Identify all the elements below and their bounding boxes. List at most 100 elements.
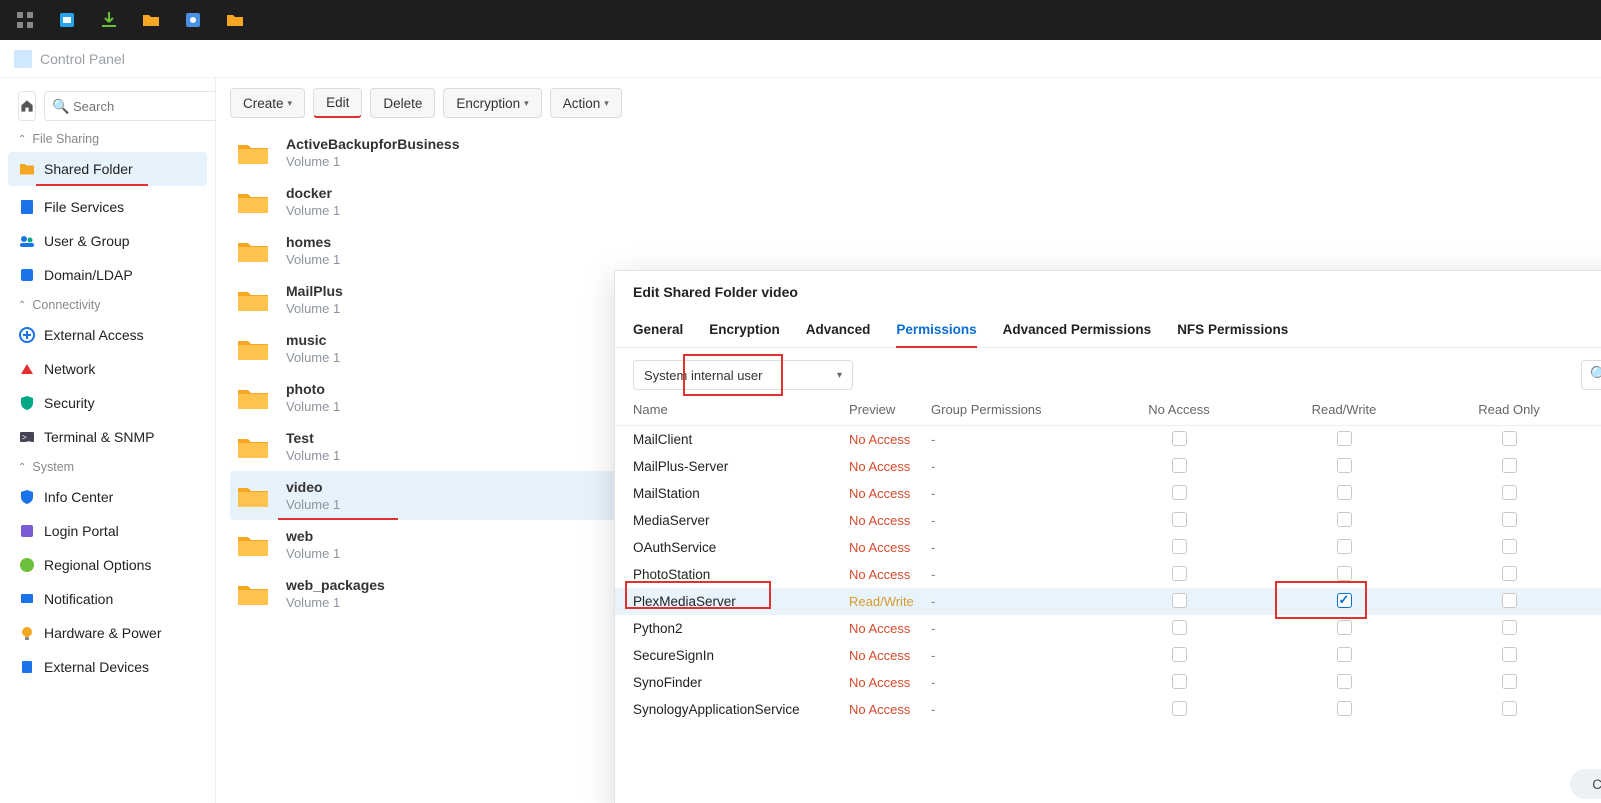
no-access-checkbox[interactable] bbox=[1172, 593, 1187, 608]
sidebar-item-terminal-snmp[interactable]: >_ Terminal & SNMP bbox=[8, 420, 207, 454]
read-write-checkbox[interactable] bbox=[1337, 701, 1352, 716]
permission-row[interactable]: Python2 No Access - bbox=[615, 615, 1601, 642]
sidebar-item-info-center[interactable]: Info Center bbox=[8, 480, 207, 514]
read-only-checkbox[interactable] bbox=[1502, 674, 1517, 689]
sidebar-item-label: Network bbox=[44, 361, 95, 377]
folder-row[interactable]: homes Volume 1 bbox=[230, 226, 1587, 275]
sidebar-search-input[interactable] bbox=[44, 91, 216, 121]
permission-row[interactable]: MediaServer No Access - bbox=[615, 507, 1601, 534]
read-write-checkbox[interactable] bbox=[1337, 485, 1352, 500]
no-access-checkbox[interactable] bbox=[1172, 674, 1187, 689]
sidebar-item-domain-ldap[interactable]: Domain/LDAP bbox=[8, 258, 207, 292]
file-station-2-icon[interactable] bbox=[214, 0, 256, 40]
no-access-checkbox[interactable] bbox=[1172, 458, 1187, 473]
home-button[interactable] bbox=[18, 91, 36, 121]
tab-encryption[interactable]: Encryption bbox=[709, 316, 780, 347]
permissions-search[interactable]: 🔍▾ bbox=[1581, 360, 1601, 390]
col-no-access[interactable]: No Access bbox=[1099, 402, 1259, 417]
col-preview[interactable]: Preview bbox=[849, 402, 931, 417]
read-only-checkbox[interactable] bbox=[1502, 539, 1517, 554]
permission-row[interactable]: SynologyApplicationService No Access - bbox=[615, 696, 1601, 723]
sidebar-item-regional-options[interactable]: Regional Options bbox=[8, 548, 207, 582]
sidebar-item-hardware-power[interactable]: Hardware & Power bbox=[8, 616, 207, 650]
permission-row[interactable]: SecureSignIn No Access - bbox=[615, 642, 1601, 669]
file-station-icon[interactable] bbox=[130, 0, 172, 40]
package-center-icon[interactable] bbox=[46, 0, 88, 40]
sidebar-item-shared-folder[interactable]: Shared Folder bbox=[8, 152, 207, 186]
sidebar-item-label: Hardware & Power bbox=[44, 625, 162, 641]
read-write-checkbox[interactable] bbox=[1337, 620, 1352, 635]
col-group[interactable]: Group Permissions bbox=[931, 402, 1099, 417]
tab-permissions[interactable]: Permissions bbox=[896, 316, 976, 347]
read-only-checkbox[interactable] bbox=[1502, 458, 1517, 473]
col-custom[interactable]: Custom bbox=[1589, 402, 1601, 417]
permission-row[interactable]: OAuthService No Access - bbox=[615, 534, 1601, 561]
tab-nfs-permissions[interactable]: NFS Permissions bbox=[1177, 316, 1288, 347]
read-write-checkbox[interactable] bbox=[1337, 566, 1352, 581]
delete-button[interactable]: Delete bbox=[370, 88, 435, 118]
no-access-checkbox[interactable] bbox=[1172, 566, 1187, 581]
read-only-checkbox[interactable] bbox=[1502, 485, 1517, 500]
section-system[interactable]: ⌃System bbox=[8, 454, 207, 480]
read-write-checkbox[interactable] bbox=[1337, 647, 1352, 662]
folder-row[interactable]: docker Volume 1 bbox=[230, 177, 1587, 226]
sidebar-item-user-group[interactable]: User & Group bbox=[8, 224, 207, 258]
folder-icon bbox=[18, 160, 36, 178]
edit-button[interactable]: Edit bbox=[313, 88, 362, 118]
read-write-checkbox[interactable] bbox=[1337, 539, 1352, 554]
no-access-checkbox[interactable] bbox=[1172, 701, 1187, 716]
no-access-checkbox[interactable] bbox=[1172, 431, 1187, 446]
read-write-checkbox[interactable] bbox=[1337, 512, 1352, 527]
read-only-checkbox[interactable] bbox=[1502, 431, 1517, 446]
sidebar-item-notification[interactable]: Notification bbox=[8, 582, 207, 616]
sidebar-item-file-services[interactable]: File Services bbox=[8, 190, 207, 224]
encryption-button[interactable]: Encryption▾ bbox=[443, 88, 541, 118]
no-access-checkbox[interactable] bbox=[1172, 512, 1187, 527]
section-connectivity[interactable]: ⌃Connectivity bbox=[8, 292, 207, 318]
tab-advanced-permissions[interactable]: Advanced Permissions bbox=[1003, 316, 1152, 347]
read-write-checkbox[interactable] bbox=[1337, 431, 1352, 446]
cancel-button[interactable]: Cancel bbox=[1570, 769, 1601, 799]
read-only-checkbox[interactable] bbox=[1502, 620, 1517, 635]
tab-advanced[interactable]: Advanced bbox=[806, 316, 871, 347]
sidebar-item-external-devices[interactable]: External Devices bbox=[8, 650, 207, 684]
sidebar-item-security[interactable]: Security bbox=[8, 386, 207, 420]
permission-row[interactable]: MailPlus-Server No Access - bbox=[615, 453, 1601, 480]
sidebar-item-login-portal[interactable]: Login Portal bbox=[8, 514, 207, 548]
no-access-checkbox[interactable] bbox=[1172, 485, 1187, 500]
col-read-only[interactable]: Read Only bbox=[1429, 402, 1589, 417]
action-button[interactable]: Action▾ bbox=[550, 88, 622, 118]
folder-volume: Volume 1 bbox=[286, 546, 340, 561]
download-icon[interactable] bbox=[88, 0, 130, 40]
permission-row[interactable]: MailClient No Access - bbox=[615, 426, 1601, 453]
perm-group: - bbox=[931, 648, 1099, 663]
col-name[interactable]: Name bbox=[633, 402, 849, 417]
tab-general[interactable]: General bbox=[633, 316, 683, 347]
audio-station-icon[interactable] bbox=[172, 0, 214, 40]
no-access-checkbox[interactable] bbox=[1172, 647, 1187, 662]
col-read-write[interactable]: Read/Write bbox=[1259, 402, 1429, 417]
perm-preview: No Access bbox=[849, 540, 931, 555]
apps-icon[interactable] bbox=[4, 0, 46, 40]
folder-row[interactable]: ActiveBackupforBusiness Volume 1 bbox=[230, 128, 1587, 177]
create-button[interactable]: Create▾ bbox=[230, 88, 305, 118]
toolbar: Create▾ Edit Delete Encryption▾ Action▾ bbox=[216, 78, 1601, 128]
read-write-checkbox[interactable] bbox=[1337, 458, 1352, 473]
read-only-checkbox[interactable] bbox=[1502, 593, 1517, 608]
permission-row[interactable]: SynoFinder No Access - bbox=[615, 669, 1601, 696]
window-header: Control Panel bbox=[0, 40, 1601, 78]
read-write-checkbox[interactable] bbox=[1337, 674, 1352, 689]
no-access-checkbox[interactable] bbox=[1172, 620, 1187, 635]
no-access-checkbox[interactable] bbox=[1172, 539, 1187, 554]
folder-icon bbox=[236, 433, 270, 461]
read-only-checkbox[interactable] bbox=[1502, 566, 1517, 581]
read-only-checkbox[interactable] bbox=[1502, 512, 1517, 527]
permission-row[interactable]: MailStation No Access - bbox=[615, 480, 1601, 507]
dialog-tabs: General Encryption Advanced Permissions … bbox=[615, 312, 1601, 348]
sidebar-item-network[interactable]: Network bbox=[8, 352, 207, 386]
folder-icon bbox=[236, 531, 270, 559]
read-only-checkbox[interactable] bbox=[1502, 701, 1517, 716]
read-only-checkbox[interactable] bbox=[1502, 647, 1517, 662]
section-file-sharing[interactable]: ⌃File Sharing bbox=[8, 126, 207, 152]
sidebar-item-external-access[interactable]: External Access bbox=[8, 318, 207, 352]
